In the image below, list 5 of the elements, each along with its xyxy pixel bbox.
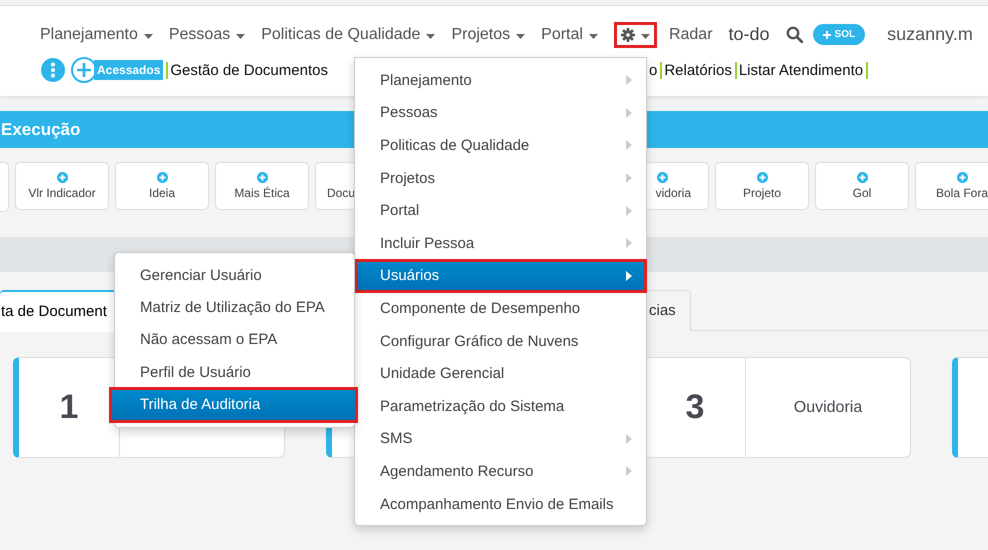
- stat-number: 3: [686, 388, 704, 427]
- section-title: Execução: [1, 120, 80, 140]
- stat-number: 1: [60, 388, 78, 427]
- stat-label: Ouvidoria: [794, 398, 862, 416]
- accessed-label: Acessados: [94, 60, 164, 80]
